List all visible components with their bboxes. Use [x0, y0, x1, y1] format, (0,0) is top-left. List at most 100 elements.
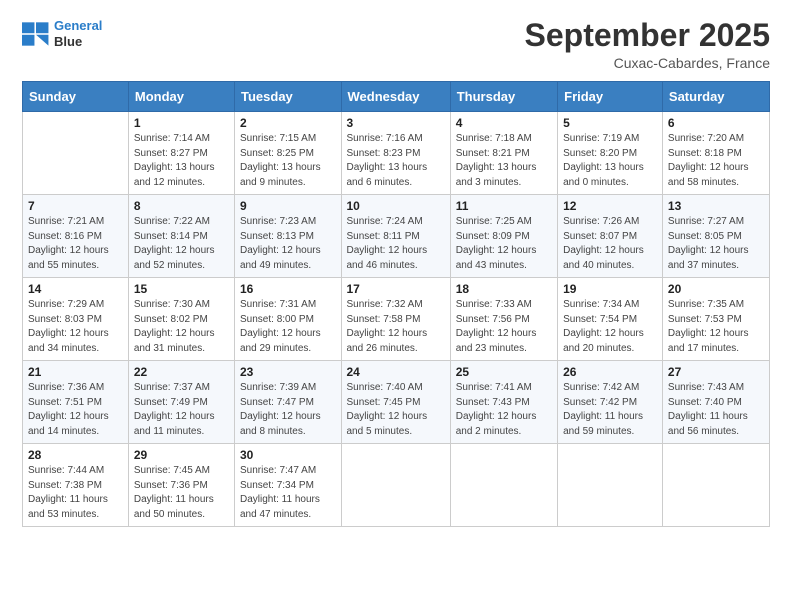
day-info: Sunrise: 7:34 AMSunset: 7:54 PMDaylight:… [563, 298, 657, 356]
page: General Blue September 2025 Cuxac-Cabard… [0, 0, 792, 612]
calendar-cell: 24 Sunrise: 7:40 AMSunset: 7:45 PMDayligh… [341, 361, 450, 444]
day-info: Sunrise: 7:41 AMSunset: 7:43 PMDaylight:… [456, 381, 552, 439]
day-number: 22 [134, 365, 229, 379]
title-block: September 2025 Cuxac-Cabardes, France [525, 18, 770, 71]
day-info: Sunrise: 7:21 AMSunset: 8:16 PMDaylight:… [28, 215, 123, 273]
day-info: Sunrise: 7:31 AMSunset: 8:00 PMDaylight:… [240, 298, 336, 356]
day-number: 1 [134, 116, 229, 130]
calendar-cell: 13Sunrise: 7:27 AMSunset: 8:05 PMDayligh… [662, 195, 769, 278]
month-title: September 2025 [525, 18, 770, 53]
day-info: Sunrise: 7:16 AMSunset: 8:23 PMDaylight:… [347, 132, 445, 190]
col-header-wednesday: Wednesday [341, 82, 450, 112]
day-info: Sunrise: 7:39 AMSunset: 7:47 PMDaylight:… [240, 381, 336, 439]
day-number: 30 [240, 448, 336, 462]
day-info: Sunrise: 7:35 AMSunset: 7:53 PMDaylight:… [668, 298, 764, 356]
header: General Blue September 2025 Cuxac-Cabard… [22, 18, 770, 71]
calendar: SundayMondayTuesdayWednesdayThursdayFrid… [22, 81, 770, 527]
calendar-header-row: SundayMondayTuesdayWednesdayThursdayFrid… [23, 82, 770, 112]
calendar-cell: 7 Sunrise: 7:21 AMSunset: 8:16 PMDaylight… [23, 195, 129, 278]
calendar-cell: 14 Sunrise: 7:29 AMSunset: 8:03 PMDayligh… [23, 278, 129, 361]
day-info: Sunrise: 7:44 AMSunset: 7:38 PMDaylight:… [28, 464, 123, 522]
day-number: 18 [456, 282, 552, 296]
calendar-cell [558, 444, 663, 527]
calendar-cell: 28Sunrise: 7:44 AMSunset: 7:38 PMDayligh… [23, 444, 129, 527]
calendar-cell: 29Sunrise: 7:45 AMSunset: 7:36 PMDayligh… [128, 444, 234, 527]
day-number: 2 [240, 116, 336, 130]
day-info: Sunrise: 7:14 AMSunset: 8:27 PMDaylight:… [134, 132, 229, 190]
logo: General Blue [22, 18, 102, 49]
day-number: 6 [668, 116, 764, 130]
calendar-cell: 30 Sunrise: 7:47 AMSunset: 7:34 PMDayligh… [235, 444, 342, 527]
day-info: Sunrise: 7:32 AMSunset: 7:58 PMDaylight:… [347, 298, 445, 356]
day-number: 7 [28, 199, 123, 213]
calendar-cell [341, 444, 450, 527]
day-number: 29 [134, 448, 229, 462]
day-info: Sunrise: 7:43 AMSunset: 7:40 PMDaylight:… [668, 381, 764, 439]
day-number: 23 [240, 365, 336, 379]
day-info: Sunrise: 7:30 AMSunset: 8:02 PMDaylight:… [134, 298, 229, 356]
calendar-cell: 18 Sunrise: 7:33 AMSunset: 7:56 PMDayligh… [450, 278, 557, 361]
calendar-cell: 17 Sunrise: 7:32 AMSunset: 7:58 PMDayligh… [341, 278, 450, 361]
day-info: Sunrise: 7:37 AMSunset: 7:49 PMDaylight:… [134, 381, 229, 439]
day-number: 11 [456, 199, 552, 213]
calendar-cell: 19 Sunrise: 7:34 AMSunset: 7:54 PMDayligh… [558, 278, 663, 361]
day-info: Sunrise: 7:18 AMSunset: 8:21 PMDaylight:… [456, 132, 552, 190]
calendar-week-row: 28Sunrise: 7:44 AMSunset: 7:38 PMDayligh… [23, 444, 770, 527]
day-info: Sunrise: 7:29 AMSunset: 8:03 PMDaylight:… [28, 298, 123, 356]
calendar-cell: 6 Sunrise: 7:20 AMSunset: 8:18 PMDaylight… [662, 112, 769, 195]
calendar-cell: 15 Sunrise: 7:30 AMSunset: 8:02 PMDayligh… [128, 278, 234, 361]
calendar-cell [450, 444, 557, 527]
day-number: 14 [28, 282, 123, 296]
calendar-cell: 3 Sunrise: 7:16 AMSunset: 8:23 PMDaylight… [341, 112, 450, 195]
calendar-week-row: 1 Sunrise: 7:14 AMSunset: 8:27 PMDaylight… [23, 112, 770, 195]
day-number: 12 [563, 199, 657, 213]
col-header-tuesday: Tuesday [235, 82, 342, 112]
day-number: 16 [240, 282, 336, 296]
calendar-cell: 26 Sunrise: 7:42 AMSunset: 7:42 PMDayligh… [558, 361, 663, 444]
calendar-cell: 27 Sunrise: 7:43 AMSunset: 7:40 PMDayligh… [662, 361, 769, 444]
day-info: Sunrise: 7:22 AMSunset: 8:14 PMDaylight:… [134, 215, 229, 273]
day-info: Sunrise: 7:47 AMSunset: 7:34 PMDaylight:… [240, 464, 336, 522]
calendar-cell: 16 Sunrise: 7:31 AMSunset: 8:00 PMDayligh… [235, 278, 342, 361]
logo-icon [22, 22, 50, 46]
col-header-saturday: Saturday [662, 82, 769, 112]
logo-text: General Blue [54, 18, 102, 49]
day-info: Sunrise: 7:40 AMSunset: 7:45 PMDaylight:… [347, 381, 445, 439]
calendar-cell [662, 444, 769, 527]
day-info: Sunrise: 7:24 AMSunset: 8:11 PMDaylight:… [347, 215, 445, 273]
calendar-cell: 22 Sunrise: 7:37 AMSunset: 7:49 PMDayligh… [128, 361, 234, 444]
calendar-cell: 21 Sunrise: 7:36 AMSunset: 7:51 PMDayligh… [23, 361, 129, 444]
day-number: 15 [134, 282, 229, 296]
day-number: 3 [347, 116, 445, 130]
day-number: 20 [668, 282, 764, 296]
day-number: 17 [347, 282, 445, 296]
calendar-week-row: 14 Sunrise: 7:29 AMSunset: 8:03 PMDayligh… [23, 278, 770, 361]
day-info: Sunrise: 7:33 AMSunset: 7:56 PMDaylight:… [456, 298, 552, 356]
col-header-friday: Friday [558, 82, 663, 112]
calendar-cell: 8 Sunrise: 7:22 AMSunset: 8:14 PMDaylight… [128, 195, 234, 278]
location: Cuxac-Cabardes, France [525, 55, 770, 71]
day-number: 19 [563, 282, 657, 296]
day-info: Sunrise: 7:36 AMSunset: 7:51 PMDaylight:… [28, 381, 123, 439]
day-info: Sunrise: 7:20 AMSunset: 8:18 PMDaylight:… [668, 132, 764, 190]
day-number: 21 [28, 365, 123, 379]
calendar-cell: 2Sunrise: 7:15 AMSunset: 8:25 PMDaylight… [235, 112, 342, 195]
day-number: 8 [134, 199, 229, 213]
calendar-cell [23, 112, 129, 195]
col-header-sunday: Sunday [23, 82, 129, 112]
day-info: Sunrise: 7:19 AMSunset: 8:20 PMDaylight:… [563, 132, 657, 190]
calendar-week-row: 21 Sunrise: 7:36 AMSunset: 7:51 PMDayligh… [23, 361, 770, 444]
calendar-cell: 1 Sunrise: 7:14 AMSunset: 8:27 PMDaylight… [128, 112, 234, 195]
calendar-cell: 5 Sunrise: 7:19 AMSunset: 8:20 PMDaylight… [558, 112, 663, 195]
day-number: 5 [563, 116, 657, 130]
calendar-cell: 20 Sunrise: 7:35 AMSunset: 7:53 PMDayligh… [662, 278, 769, 361]
day-number: 27 [668, 365, 764, 379]
calendar-cell: 23 Sunrise: 7:39 AMSunset: 7:47 PMDayligh… [235, 361, 342, 444]
calendar-cell: 9Sunrise: 7:23 AMSunset: 8:13 PMDaylight… [235, 195, 342, 278]
day-number: 24 [347, 365, 445, 379]
day-number: 26 [563, 365, 657, 379]
day-info: Sunrise: 7:42 AMSunset: 7:42 PMDaylight:… [563, 381, 657, 439]
col-header-thursday: Thursday [450, 82, 557, 112]
calendar-week-row: 7 Sunrise: 7:21 AMSunset: 8:16 PMDaylight… [23, 195, 770, 278]
day-number: 10 [347, 199, 445, 213]
